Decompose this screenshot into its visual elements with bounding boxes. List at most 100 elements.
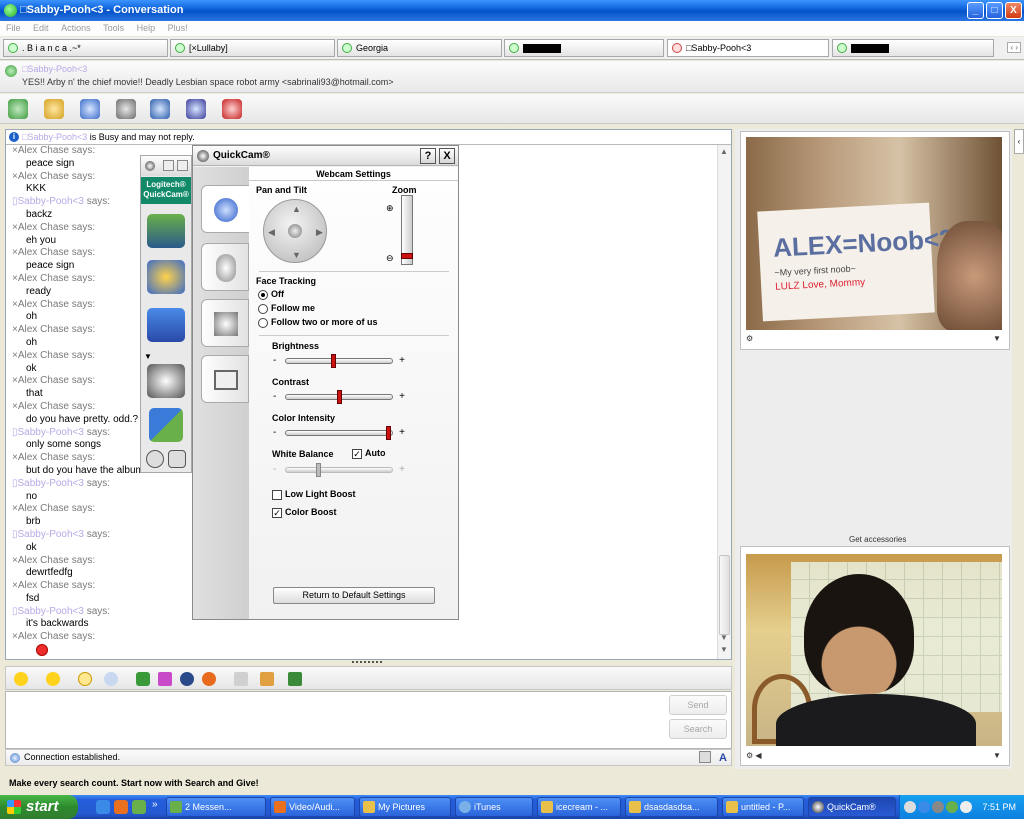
help-button[interactable]: ? [420,148,436,164]
contrast-slider-knob[interactable] [336,390,342,404]
dock-expand-arrow[interactable]: ▼ [144,352,152,361]
task-itunes[interactable]: iTunes [455,797,533,817]
wink-icon[interactable] [46,672,60,686]
tab-redacted-2[interactable] [832,39,994,57]
handwriting-icon[interactable] [699,751,711,763]
minimize-button[interactable]: _ [967,2,984,19]
task-quickcam[interactable]: QuickCam® [808,797,896,817]
ink-icon[interactable] [158,672,172,686]
return-to-default-button[interactable]: Return to Default Settings [273,587,435,604]
zoom-slider[interactable] [401,195,413,265]
white-balance-slider[interactable]: - + [273,463,405,477]
brightness-slider-knob[interactable] [331,354,337,368]
network-icon[interactable] [918,801,930,813]
maximize-button[interactable] [177,160,188,171]
send-files-icon[interactable] [44,99,64,119]
plugin-icon[interactable] [288,672,302,686]
tab-redacted-1[interactable] [504,39,664,57]
zoom-out-icon[interactable]: ⊖ [386,253,394,264]
webcam-icon[interactable] [80,99,100,119]
color-intensity-slider-knob[interactable] [385,426,391,440]
task-dsasdasdsa[interactable]: dsasdasdsa... [625,797,718,817]
zoom-slider-knob[interactable] [401,253,413,259]
pan-tilt-pad[interactable]: ▲ ▼ ◀ ▶ [263,199,327,263]
decrease-icon[interactable]: - [273,426,276,440]
tab-sabby-pooh[interactable]: □Sabby-Pooh<3 [667,39,829,57]
decrease-icon[interactable]: - [273,463,276,477]
help-icon[interactable] [146,450,164,468]
increase-icon[interactable]: + [399,463,405,477]
arrow-left-icon[interactable]: ◀ [268,227,275,238]
ie-icon[interactable] [96,800,110,814]
task-messenger[interactable]: 2 Messen... [166,797,266,817]
background-icon[interactable] [136,672,150,686]
brightness-slider[interactable]: - + [273,354,405,368]
close-button[interactable]: X [1005,2,1022,19]
chevron-down-icon[interactable]: ▼ [993,751,1001,760]
activities-icon[interactable] [150,99,170,119]
get-accessories-link[interactable]: Get accessories [849,535,906,544]
low-light-boost-checkbox[interactable]: Low Light Boost [272,489,355,500]
firefox-icon[interactable] [114,800,128,814]
white-balance-slider-knob[interactable] [315,463,321,477]
games-icon[interactable] [186,99,206,119]
splitter-grip[interactable] [352,661,382,665]
increase-icon[interactable]: + [399,354,405,368]
arrow-down-icon[interactable]: ▼ [292,250,301,260]
menu-file[interactable]: File [6,23,21,33]
task-icecream[interactable]: icecream - ... [537,797,621,817]
arrow-right-icon[interactable]: ▶ [316,227,323,238]
games-icon[interactable] [202,672,216,686]
increase-icon[interactable]: + [399,426,405,440]
maximize-button[interactable]: □ [986,2,1003,19]
messenger-quicklaunch-icon[interactable] [132,800,146,814]
menu-tools[interactable]: Tools [103,23,124,33]
advanced-settings-tab[interactable] [201,299,249,347]
panel-collapse-arrow[interactable]: ‹ [1014,129,1024,154]
task-video-audio[interactable]: Video/Audi... [270,797,355,817]
webcam-settings-tab[interactable] [201,185,249,233]
contrast-slider[interactable]: - + [273,390,405,404]
tab-bianca[interactable]: . B i a n c a .~* [3,39,168,57]
font-icon[interactable] [234,672,248,686]
message-input[interactable]: Send Search [5,691,732,749]
arrow-up-icon[interactable]: ▲ [292,204,301,214]
decrease-icon[interactable]: - [273,354,276,368]
scroll-down-icon[interactable]: ▼ [720,645,728,654]
color-boost-checkbox[interactable]: ✓ Color Boost [272,507,337,518]
emoticon-icon[interactable] [14,672,28,686]
video-capture-icon[interactable] [147,214,185,248]
webcam-tray-icon[interactable] [932,801,944,813]
search-button[interactable]: Search [669,719,727,739]
webcam-options-icon[interactable]: ⚙ [746,334,753,343]
menu-edit[interactable]: Edit [33,23,49,33]
dialog-close-button[interactable]: X [439,148,455,164]
tab-lullaby[interactable]: [×Lullaby] [170,39,335,57]
face-tracking-follow-many-radio[interactable]: Follow two or more of us [258,317,378,328]
menu-plus[interactable]: Plus! [168,23,188,33]
info-settings-tab[interactable] [201,355,249,403]
voice-clip-icon[interactable] [78,672,92,686]
pan-center-icon[interactable] [288,224,302,238]
color-brush-icon[interactable] [260,672,274,686]
menu-actions[interactable]: Actions [61,23,91,33]
invite-contact-icon[interactable] [8,99,28,119]
color-intensity-slider[interactable]: - + [273,426,405,440]
minimize-button[interactable] [163,160,174,171]
tab-scroll-arrows[interactable]: ‹ › [1007,42,1021,53]
scroll-up-icon[interactable]: ▲ [720,147,728,156]
volume-icon[interactable] [960,801,972,813]
task-my-pictures[interactable]: My Pictures [359,797,451,817]
messenger-tray-icon[interactable] [946,801,958,813]
winks-icon[interactable] [180,672,194,686]
start-button[interactable]: start [0,795,78,819]
webcam-options-icon[interactable]: ⚙ ◀ [746,751,762,760]
send-button[interactable]: Send [669,695,727,715]
white-balance-auto-checkbox[interactable]: ✓ Auto [352,448,386,459]
phone-icon[interactable] [116,99,136,119]
block-contact-icon[interactable] [222,99,242,119]
chevron-down-icon[interactable]: ▼ [993,334,1001,343]
menu-help[interactable]: Help [137,23,156,33]
increase-icon[interactable]: + [399,390,405,404]
chat-scrollbar[interactable]: ▲ ▼ ▼ [717,145,731,659]
